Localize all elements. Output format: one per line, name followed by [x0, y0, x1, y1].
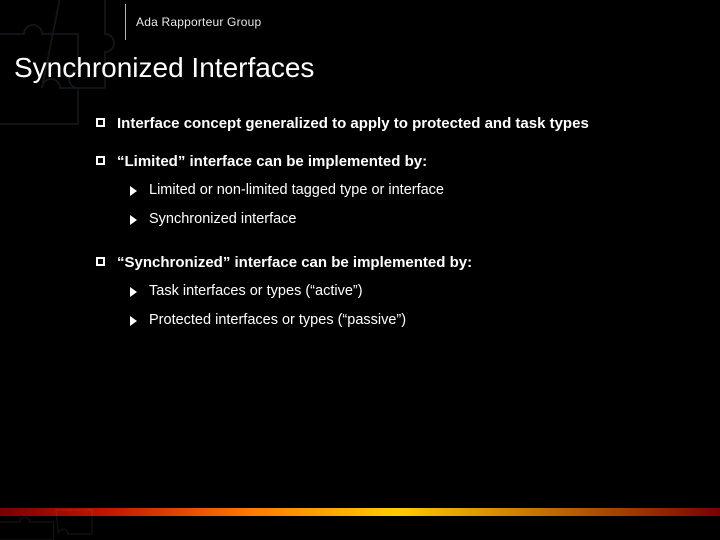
slide-title: Synchronized Interfaces — [0, 44, 720, 84]
sub-bullet-text: Synchronized interface — [149, 210, 297, 229]
arrow-bullet-icon — [130, 186, 137, 196]
puzzle-deco-bottom — [0, 470, 110, 540]
sub-bullet-item: Synchronized interface — [130, 210, 680, 229]
sub-bullet-text: Limited or non-limited tagged type or in… — [149, 181, 444, 200]
arrow-bullet-icon — [130, 215, 137, 225]
sub-bullet-text: Protected interfaces or types (“passive”… — [149, 311, 406, 330]
square-bullet-icon — [96, 257, 105, 266]
arrow-bullet-icon — [130, 316, 137, 326]
arrow-bullet-icon — [130, 287, 137, 297]
sub-bullet-item: Limited or non-limited tagged type or in… — [130, 181, 680, 200]
header-group-label: Ada Rapporteur Group — [130, 15, 261, 29]
sub-bullet-item: Task interfaces or types (“active”) — [130, 282, 680, 301]
bullet-item: Interface concept generalized to apply t… — [96, 114, 680, 134]
slide-content: Interface concept generalized to apply t… — [0, 84, 720, 330]
bullet-text: “Synchronized” interface can be implemen… — [117, 253, 472, 273]
square-bullet-icon — [96, 118, 105, 127]
bullet-item: “Synchronized” interface can be implemen… — [96, 253, 680, 273]
slide-header: Ada Rapporteur Group — [0, 0, 720, 44]
footer-stripe — [0, 508, 720, 516]
bullet-text: Interface concept generalized to apply t… — [117, 114, 589, 134]
sub-bullet-item: Protected interfaces or types (“passive”… — [130, 311, 680, 330]
header-divider — [125, 4, 126, 40]
bullet-text: “Limited” interface can be implemented b… — [117, 152, 427, 172]
bullet-item: “Limited” interface can be implemented b… — [96, 152, 680, 172]
square-bullet-icon — [96, 156, 105, 165]
sub-bullet-text: Task interfaces or types (“active”) — [149, 282, 363, 301]
